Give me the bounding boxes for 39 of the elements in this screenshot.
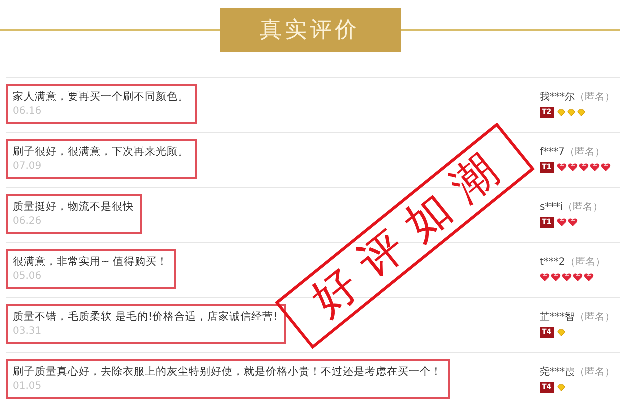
heart-icon <box>556 218 567 227</box>
heart-icon <box>590 163 600 172</box>
anonymous-label: （匿名） <box>575 312 615 323</box>
user-name: t***2 <box>540 257 566 268</box>
anonymous-label: （匿名） <box>575 367 615 378</box>
heart-icon <box>584 273 594 282</box>
diamond-icon <box>556 328 566 336</box>
review-text: 刷子质量真心好，去除衣服上的灰尘特别好使，就是价格小贵！不过还是考虑在买一个！ <box>13 365 442 380</box>
user-name: 芷***智 <box>540 312 575 323</box>
review-date: 05.06 <box>13 270 43 284</box>
review-text: 质量挺好，物流不是很快 <box>13 200 134 215</box>
user-name: f***7 <box>540 147 565 158</box>
heart-icon <box>540 273 550 282</box>
review-text: 家人满意，要再买一个刷不同颜色。 <box>13 90 189 105</box>
review-date: 07.09 <box>13 160 43 174</box>
review-text: 刷子很好，很满意，下次再来光顾。 <box>13 145 189 160</box>
user-name: s***i <box>540 202 563 213</box>
diamond-icon <box>556 384 566 392</box>
user-name: 尧***霞 <box>540 367 575 378</box>
review-date: 03.31 <box>13 325 43 339</box>
heart-icon <box>600 163 611 172</box>
section-title: 真实评价 <box>220 8 400 52</box>
user-name: 我***尔 <box>540 92 575 103</box>
review-text: 质量不错，毛质柔软 是毛的!价格合适，店家诚信经营! <box>13 310 278 325</box>
review-date: 06.16 <box>13 105 43 119</box>
heart-icon <box>568 218 578 227</box>
heart-icon <box>562 273 572 282</box>
heart-icon <box>551 273 561 282</box>
review-text: 很满意，非常实用~ 值得购买！ <box>13 255 168 270</box>
anonymous-label: （匿名） <box>564 147 605 158</box>
heart-icon <box>556 163 567 172</box>
heart-icon <box>568 163 578 172</box>
heart-icon <box>578 163 589 172</box>
anonymous-label: （匿名） <box>575 92 615 103</box>
anonymous-label: （匿名） <box>565 257 606 268</box>
anonymous-label: （匿名） <box>563 202 603 213</box>
review-date: 06.26 <box>13 215 43 229</box>
review-date: 01.05 <box>13 380 43 394</box>
heart-icon <box>573 273 583 282</box>
